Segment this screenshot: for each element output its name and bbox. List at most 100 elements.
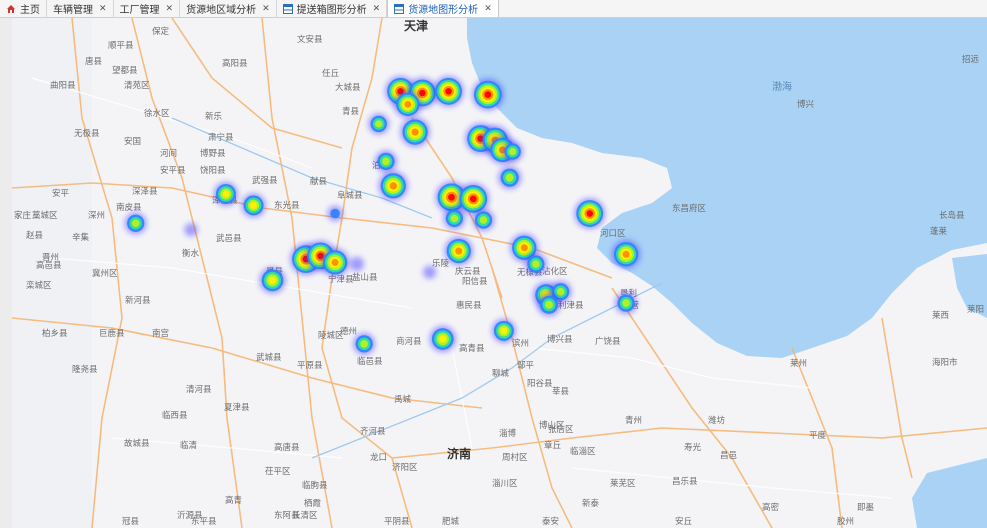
heatmap-point: [615, 292, 638, 315]
place-label: 博兴县: [547, 334, 573, 344]
tab-vehicle-management[interactable]: 车辆管理 ✕: [47, 0, 114, 17]
place-label: 周村区: [502, 452, 528, 462]
table-icon: [394, 3, 405, 14]
tab-source-map-analysis[interactable]: 货源地图形分析 ✕: [387, 0, 499, 17]
tab-factory-management[interactable]: 工厂管理 ✕: [114, 0, 181, 17]
place-label: 新泰: [582, 498, 600, 508]
tab-home[interactable]: 主页: [0, 0, 47, 17]
place-label: 家庄: [14, 210, 32, 220]
tab-label: 工厂管理: [119, 5, 160, 16]
heatmap-point: [327, 205, 343, 222]
heatmap-point: [502, 141, 524, 163]
place-label: 高邑县: [36, 260, 62, 270]
place-label: 柏乡县: [42, 328, 68, 338]
place-label: 衡水: [182, 248, 200, 258]
place-label: 冠县: [122, 516, 140, 526]
heatmap-point: [320, 248, 350, 277]
heatmap-point: [471, 78, 504, 111]
close-icon[interactable]: ✕: [484, 3, 492, 14]
heatmap-point: [611, 239, 641, 269]
place-label: 东昌府区: [672, 203, 707, 213]
place-label: 南皮县: [116, 202, 142, 212]
place-label: 齐河县: [360, 426, 386, 436]
place-label: 武强县: [252, 175, 278, 185]
place-label: 商河县: [396, 336, 422, 346]
place-label: 莱芜区: [610, 478, 636, 488]
place-label: 淄川区: [492, 478, 518, 488]
place-label: 龙口: [370, 452, 387, 462]
place-label: 胶州: [837, 516, 854, 526]
tab-container-chart-analysis[interactable]: 提送箱图形分析 ✕: [277, 0, 388, 17]
place-label: 淄博: [499, 428, 517, 438]
place-label: 饶阳县: [200, 165, 226, 175]
heatmap-point: [241, 193, 266, 218]
place-label: 安平: [52, 188, 70, 198]
place-label: 临邑县: [357, 356, 383, 366]
place-label: 招远: [962, 54, 980, 64]
place-label: 临淄区: [570, 446, 596, 456]
place-label: 天津: [404, 18, 428, 33]
place-label: 藁城区: [32, 210, 58, 220]
place-label: 邹平: [517, 360, 535, 370]
place-label: 深州: [88, 210, 105, 220]
tab-label: 车辆管理: [53, 5, 93, 16]
heatmap-point: [422, 265, 437, 279]
place-label: 文安县: [297, 34, 323, 44]
close-icon[interactable]: ✕: [166, 3, 174, 14]
place-label: 冀州区: [92, 268, 118, 278]
place-label: 肥城: [442, 516, 460, 526]
place-label: 聊城: [492, 368, 510, 378]
place-label: 莘县: [552, 386, 570, 396]
place-label: 新河县: [125, 295, 151, 305]
heatmap-point: [394, 90, 422, 119]
place-label: 栾城区: [26, 280, 52, 290]
place-label: 莱西: [932, 310, 949, 320]
place-label: 河口区: [600, 228, 626, 238]
heatmap-point: [472, 208, 495, 232]
heatmap-point: [259, 267, 286, 294]
place-label: 望都县: [112, 65, 138, 75]
place-label: 高青: [225, 495, 242, 505]
heatmap-point: [349, 256, 365, 272]
place-label: 清河县: [186, 384, 212, 394]
heatmap-point: [353, 332, 376, 355]
home-icon: [6, 4, 16, 14]
close-icon[interactable]: ✕: [262, 3, 270, 14]
heatmap-point: [498, 166, 522, 190]
place-label: 高唐县: [274, 442, 300, 452]
map-canvas[interactable]: 天津文安县 保定顺平县唐县望都县曲阳县 清苑区 任丘大城县青县 高阳县徐水区 新乐安国 肃宁…: [12, 18, 987, 528]
close-icon[interactable]: ✕: [99, 3, 107, 14]
heatmap-map[interactable]: 天津 文安县 保定 顺平县 唐县 望都县 曲阳县 清苑区 任丘 大城县 青县 高阳县 徐水区 新乐 安国 肃宁…: [12, 18, 987, 528]
tab-source-area-analysis[interactable]: 货源地区域分析 ✕: [180, 0, 277, 17]
place-label: 无极县: [74, 128, 100, 138]
place-label: 平阴县: [384, 516, 410, 526]
place-label: 惠民县: [456, 300, 482, 310]
heatmap-point: [443, 207, 466, 230]
place-label: 济南: [447, 446, 471, 461]
place-label: 博兴: [797, 99, 815, 109]
place-label: 长岛县: [939, 210, 965, 220]
heatmap-point: [400, 117, 430, 147]
place-label: 顺平县: [108, 40, 134, 50]
heatmap-point: [537, 293, 561, 317]
place-label: 高密: [762, 502, 780, 512]
tab-label: 货源地区域分析: [186, 5, 257, 16]
heatmap-point: [574, 198, 606, 229]
place-label: 大城县: [335, 82, 361, 92]
place-label: 滨州: [512, 338, 529, 348]
place-label: 临朐县: [302, 480, 328, 490]
place-label: 隆尧县: [72, 364, 98, 374]
heatmap-point: [124, 212, 147, 235]
place-label: 巨鹿县: [99, 328, 125, 338]
place-label: 禹城: [394, 394, 412, 404]
place-label: 临清: [180, 440, 198, 450]
place-label: 平度: [809, 430, 827, 440]
place-label: 张店区: [548, 424, 574, 434]
close-icon[interactable]: ✕: [373, 3, 381, 14]
place-label: 辛集: [72, 232, 90, 242]
place-label: 清苑区: [124, 80, 150, 90]
place-label: 阳信县: [462, 276, 488, 286]
place-label: 南宫: [152, 328, 169, 338]
place-label: 安平县: [160, 165, 186, 175]
place-label: 任丘: [322, 68, 340, 78]
